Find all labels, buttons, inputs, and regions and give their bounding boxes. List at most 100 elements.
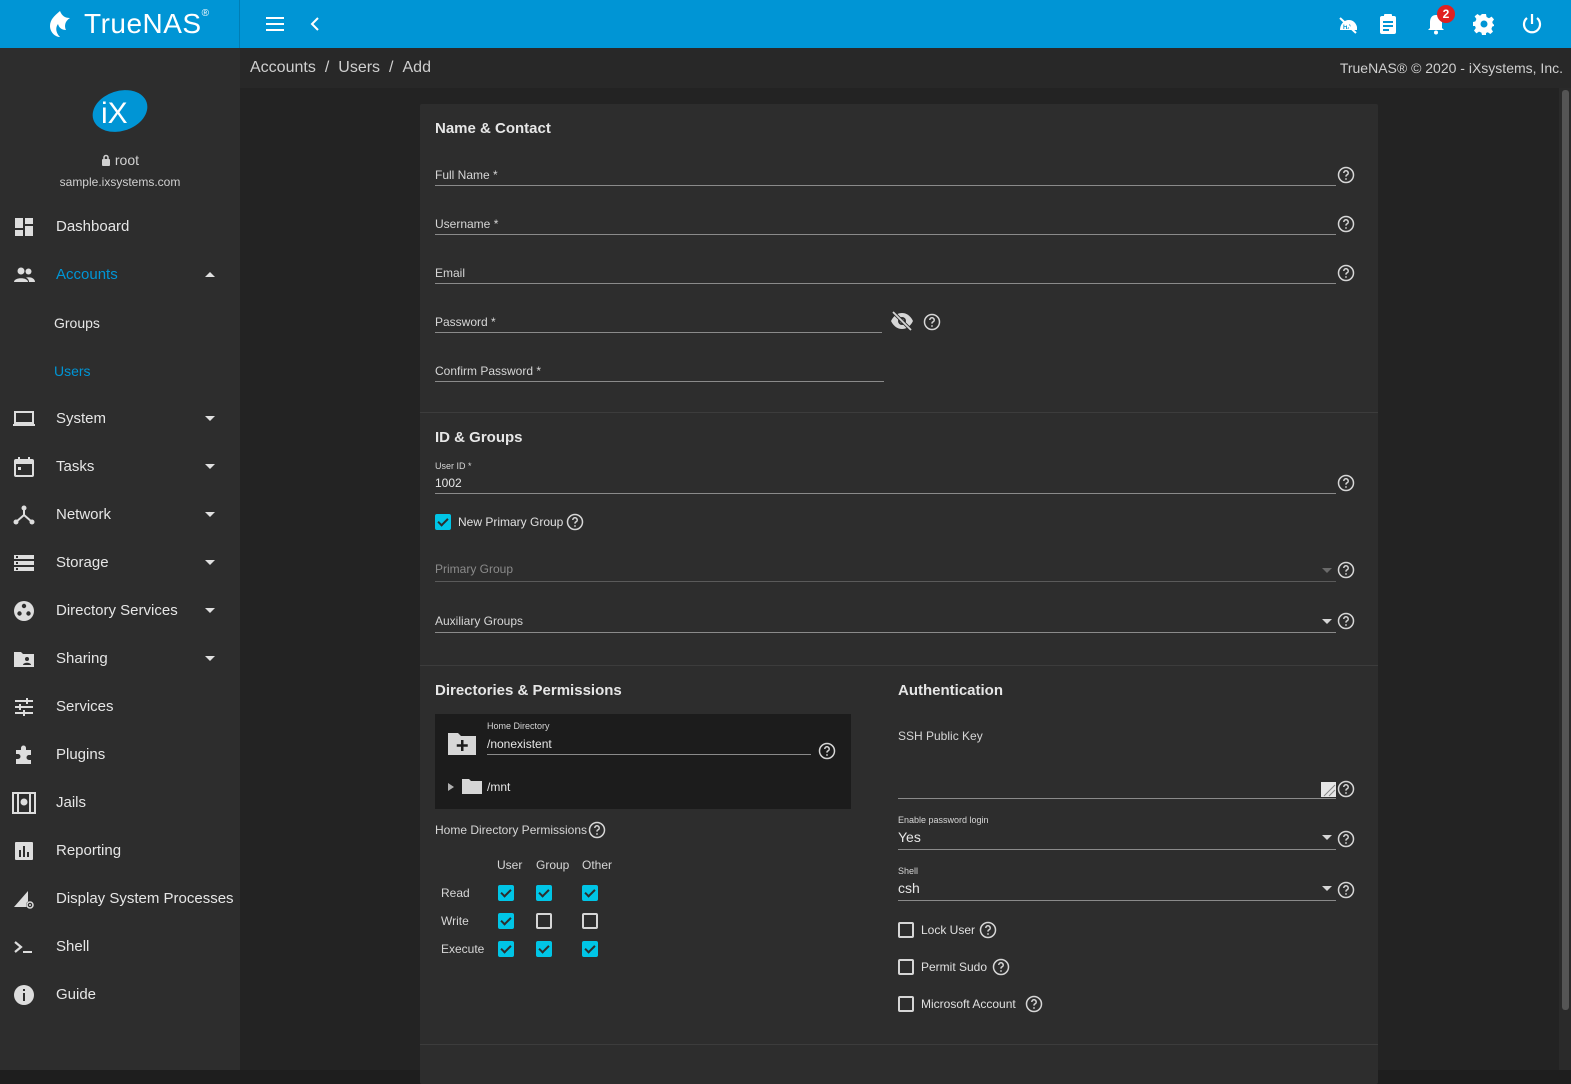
sidebar-item-dashboard[interactable]: Dashboard [0, 203, 240, 251]
help-icon[interactable] [1337, 612, 1355, 630]
visibility-off-icon[interactable] [890, 311, 914, 331]
back-chevron-icon [310, 17, 319, 31]
shell-select[interactable]: csh [898, 880, 920, 896]
help-icon[interactable] [979, 921, 997, 939]
primary-group-select[interactable] [435, 581, 1336, 582]
ssh-public-key-textarea[interactable] [898, 798, 1336, 799]
breadcrumb-add: Add [402, 59, 431, 76]
breadcrumb-users[interactable]: Users [338, 59, 380, 76]
help-icon[interactable] [1337, 215, 1355, 233]
full-name-field[interactable] [435, 185, 1336, 186]
scrollbar[interactable] [1559, 88, 1571, 1070]
notifications-button[interactable]: 2 [1416, 0, 1456, 48]
read-other-checkbox[interactable] [582, 885, 598, 901]
sidebar-item-services[interactable]: Services [0, 683, 240, 731]
help-icon[interactable] [566, 513, 584, 531]
username-field[interactable] [435, 234, 1336, 235]
write-group-checkbox[interactable] [536, 913, 552, 929]
execute-user-checkbox[interactable] [498, 941, 514, 957]
dropdown-arrow-icon[interactable] [1322, 568, 1332, 573]
help-icon[interactable] [588, 821, 606, 839]
create-folder-icon[interactable] [447, 730, 477, 756]
sidebar-item-guide[interactable]: Guide [0, 971, 240, 1019]
help-icon[interactable] [1337, 561, 1355, 579]
execute-other-checkbox[interactable] [582, 941, 598, 957]
tree-node-mnt[interactable]: /mnt [487, 780, 510, 794]
help-icon[interactable] [1337, 881, 1355, 899]
dropdown-arrow-icon[interactable] [1322, 886, 1332, 891]
sidebar-item-label: Shell [56, 938, 90, 955]
microsoft-account-checkbox[interactable] [898, 996, 914, 1012]
help-icon[interactable] [1337, 166, 1355, 184]
help-icon[interactable] [1337, 780, 1355, 798]
help-icon[interactable] [1337, 474, 1355, 492]
help-icon[interactable] [1337, 830, 1355, 848]
sidebar-item-accounts[interactable]: Accounts [0, 251, 240, 299]
sidebar-item-groups[interactable]: Groups [0, 299, 240, 347]
sidebar-item-users[interactable]: Users [0, 347, 240, 395]
resize-handle-icon[interactable] [1321, 782, 1336, 797]
power-icon [1522, 14, 1542, 34]
expand-arrow-icon[interactable] [447, 782, 455, 792]
help-icon[interactable] [1337, 264, 1355, 282]
help-icon[interactable] [818, 742, 836, 760]
laptop-icon [13, 411, 35, 426]
ha-status-button[interactable]: HA [1328, 0, 1368, 48]
sidebar-item-sharing[interactable]: Sharing [0, 635, 240, 683]
task-manager-icon [1380, 14, 1396, 34]
home-directory-field[interactable] [487, 754, 811, 755]
sidebar-item-system[interactable]: System [0, 395, 240, 443]
truenas-logo[interactable]: TrueNAS® [0, 0, 240, 48]
breadcrumb-accounts[interactable]: Accounts [250, 59, 316, 76]
read-group-checkbox[interactable] [536, 885, 552, 901]
task-manager-button[interactable] [1368, 0, 1408, 48]
sidebar-item-label: Dashboard [56, 218, 130, 235]
help-icon[interactable] [992, 958, 1010, 976]
execute-group-checkbox[interactable] [536, 941, 552, 957]
sidebar-item-network[interactable]: Network [0, 491, 240, 539]
auxiliary-groups-select[interactable] [435, 632, 1336, 633]
write-other-checkbox[interactable] [582, 913, 598, 929]
permission-row-write: Write [441, 914, 469, 928]
scrollbar-thumb[interactable] [1562, 90, 1569, 1010]
read-user-checkbox[interactable] [498, 885, 514, 901]
enable-password-login-field[interactable] [898, 849, 1336, 850]
help-icon[interactable] [923, 313, 941, 331]
confirm-password-field[interactable] [435, 381, 884, 382]
sidebar-item-label: Guide [56, 986, 97, 1003]
home-directory-input[interactable]: /nonexistent [487, 737, 552, 751]
sidebar-item-shell[interactable]: Shell [0, 923, 240, 971]
sidebar-item-display-system-processes[interactable]: Display System Processes [0, 875, 240, 923]
sharing-icon [14, 652, 34, 667]
sidebar-item-reporting[interactable]: Reporting [0, 827, 240, 875]
puzzle-icon [16, 745, 31, 764]
dropdown-arrow-icon[interactable] [1322, 619, 1332, 624]
collapse-sidebar-button[interactable] [295, 0, 335, 48]
dropdown-arrow-icon[interactable] [1322, 835, 1332, 840]
lock-user-checkbox[interactable] [898, 922, 914, 938]
permission-row-execute: Execute [441, 942, 485, 956]
user-id-input[interactable]: 1002 [435, 476, 462, 490]
ixsystems-logo: iX [92, 90, 148, 132]
sidebar-item-tasks[interactable]: Tasks [0, 443, 240, 491]
sidebar-item-jails[interactable]: Jails [0, 779, 240, 827]
sidebar-item-plugins[interactable]: Plugins [0, 731, 240, 779]
permit-sudo-checkbox[interactable] [898, 959, 914, 975]
sidebar-item-storage[interactable]: Storage [0, 539, 240, 587]
settings-button[interactable] [1464, 0, 1504, 48]
home-directory-explorer: Home Directory /nonexistent /mnt [435, 714, 851, 809]
user-id-field[interactable] [435, 493, 1336, 494]
sidebar-item-directory-services[interactable]: Directory Services [0, 587, 240, 635]
password-field[interactable] [435, 332, 882, 333]
email-field[interactable] [435, 283, 1336, 284]
chevron-down-icon [205, 512, 215, 517]
menu-toggle-button[interactable] [255, 0, 295, 48]
help-icon[interactable] [1025, 995, 1043, 1013]
write-user-checkbox[interactable] [498, 913, 514, 929]
new-primary-group-checkbox[interactable] [435, 514, 451, 530]
enable-password-login-select[interactable]: Yes [898, 829, 921, 845]
sidebar-item-label: Plugins [56, 746, 106, 763]
shell-field[interactable] [898, 900, 1336, 901]
permit-sudo-label: Permit Sudo [921, 960, 988, 974]
power-button[interactable] [1512, 0, 1552, 48]
